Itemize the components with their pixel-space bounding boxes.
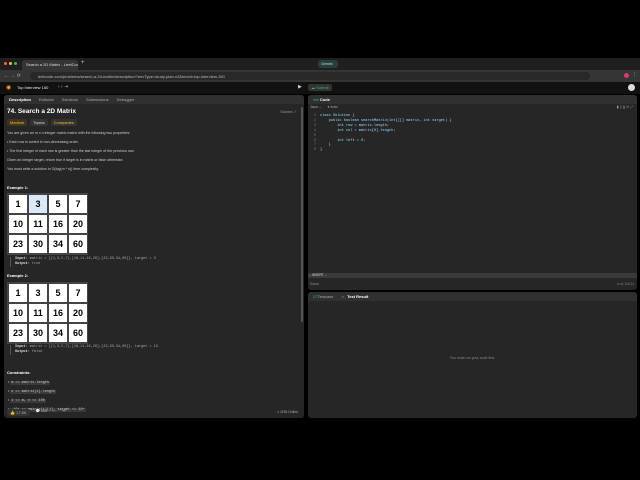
constraint-item: • 1 <= m, n <= 100 bbox=[8, 398, 46, 403]
tab-solutions[interactable]: Solutions bbox=[61, 97, 77, 102]
matrix-cell: 20 bbox=[68, 214, 88, 234]
code-lines[interactable]: class Solution { public boolean searchMa… bbox=[320, 114, 452, 153]
run-code-message: You must run your code first. bbox=[449, 356, 496, 360]
online-count: ● 1196 Online bbox=[276, 410, 298, 414]
line-number: 8 bbox=[313, 148, 316, 153]
browser-menu-icon[interactable]: ⋮ bbox=[632, 72, 637, 78]
tab-submissions[interactable]: Submissions bbox=[86, 97, 109, 102]
auto-mode-toggle[interactable]: ▾ Auto bbox=[328, 105, 338, 109]
cursor-position: Ln 6, Col 21 bbox=[616, 282, 634, 286]
study-plan-link[interactable]: Top Interview 150 bbox=[17, 85, 48, 90]
maximize-icon[interactable] bbox=[14, 62, 17, 65]
nav-arrows-icon[interactable]: ← → ⟳ bbox=[4, 73, 21, 79]
matrix-cell: 30 bbox=[28, 323, 48, 343]
example-1-label: Example 1: bbox=[7, 185, 29, 190]
tab-debugger[interactable]: Debugger bbox=[117, 97, 135, 102]
matrix-cell: 23 bbox=[8, 234, 28, 254]
matrix-cell: 11 bbox=[28, 303, 48, 323]
saved-status: Saved bbox=[310, 282, 320, 286]
matrix-cell: 11 bbox=[28, 214, 48, 234]
matrix-cell: 3 bbox=[28, 194, 48, 214]
matrix-cell: 10 bbox=[8, 214, 28, 234]
code-tab[interactable]: </> Code bbox=[313, 97, 330, 102]
description-panel: Description Editorial Solutions Submissi… bbox=[4, 95, 304, 418]
matrix-cell: 60 bbox=[68, 234, 88, 254]
description-tabs: Description Editorial Solutions Submissi… bbox=[4, 95, 304, 104]
code-editor[interactable]: 12345678 class Solution { public boolean… bbox=[308, 114, 452, 153]
matrix-cell: 7 bbox=[68, 283, 88, 303]
comments-button[interactable]: 💬 368 bbox=[36, 409, 47, 416]
problem-intro: You are given an m x n integer matrix ma… bbox=[7, 131, 131, 135]
matrix-cell: 5 bbox=[48, 283, 68, 303]
matrix-cell: 5 bbox=[48, 194, 68, 214]
matrix-cell: 30 bbox=[28, 234, 48, 254]
new-tab-icon[interactable]: + bbox=[81, 60, 85, 66]
matrix-cell: 1 bbox=[8, 283, 28, 303]
close-icon[interactable] bbox=[4, 62, 7, 65]
constraint-item: • m == matrix.length bbox=[8, 380, 51, 385]
footer-bar: 👍 17.8K 💬 368 ☆ ⇱ bbox=[7, 409, 65, 416]
problem-title: 74. Search a 2D Matrix bbox=[7, 108, 77, 115]
constraints-label: Constraints: bbox=[7, 370, 31, 375]
matrix-cell: 10 bbox=[8, 303, 28, 323]
window-controls bbox=[4, 62, 17, 65]
submit-button[interactable]: ☁ Submit bbox=[308, 84, 332, 91]
favorite-icon[interactable]: ☆ bbox=[53, 409, 56, 416]
browser-tab[interactable]: Search a 2D Matrix - LeetCode bbox=[22, 60, 78, 70]
code-line: } bbox=[320, 148, 323, 153]
matrix-cell: 23 bbox=[8, 323, 28, 343]
vim-mode-bar: -- INSERT -- bbox=[308, 273, 637, 278]
gemini-button[interactable]: Gemini bbox=[318, 60, 338, 68]
like-button[interactable]: 👍 17.8K bbox=[7, 409, 30, 416]
property-item: • Each row is sorted in non-decreasing o… bbox=[7, 140, 79, 144]
tab-editorial[interactable]: Editorial bbox=[39, 97, 53, 102]
matrix-cell: 16 bbox=[48, 303, 68, 323]
matrix-cell: 1 bbox=[8, 194, 28, 214]
matrix-cell: 16 bbox=[48, 214, 68, 234]
tab-testcase[interactable]: ☑ Testcase bbox=[313, 294, 333, 299]
matrix-cell: 3 bbox=[28, 283, 48, 303]
language-select[interactable]: Java ⌄ bbox=[310, 105, 322, 109]
tab-description[interactable]: Description bbox=[9, 97, 31, 102]
matrix-cell: 34 bbox=[48, 323, 68, 343]
code-panel: </> Code Java ⌄ ▾ Auto ▮ ▯ {} ↺ ⤢ 123456… bbox=[308, 95, 637, 290]
user-avatar[interactable] bbox=[628, 84, 635, 91]
companies-badge[interactable]: Companies bbox=[50, 119, 77, 126]
example-2-label: Example 2: bbox=[7, 273, 29, 278]
problem-complexity: You must write a solution in O(log(m * n… bbox=[7, 167, 99, 171]
matrix-cell: 60 bbox=[68, 323, 88, 343]
matrix-cell: 7 bbox=[68, 194, 88, 214]
difficulty-badge[interactable]: Medium bbox=[7, 119, 28, 126]
matrix-cell: 20 bbox=[68, 303, 88, 323]
url-input[interactable]: leetcode.com/problems/search-a-2d-matrix… bbox=[30, 72, 590, 80]
constraint-item: • n == matrix[i].length bbox=[8, 389, 57, 394]
scrollbar[interactable] bbox=[301, 107, 303, 322]
editor-toolbar-icons[interactable]: ▮ ▯ {} ↺ ⤢ bbox=[617, 105, 633, 109]
topics-badge[interactable]: Topics bbox=[30, 119, 48, 126]
example-2-io: Input: matrix = [[1,3,5,7],[10,11,16,20]… bbox=[10, 345, 158, 355]
profile-avatar[interactable] bbox=[624, 73, 629, 78]
problem-nav-arrows-icon[interactable]: ‹ › ⇥ bbox=[58, 84, 68, 90]
matrix-cell: 34 bbox=[48, 234, 68, 254]
tab-test-result[interactable]: >_ Test Result bbox=[341, 294, 368, 299]
property-item: • The first integer of each row is great… bbox=[7, 149, 135, 153]
example-2-matrix: 1 3 5 7 10 11 16 20 23 30 34 60 bbox=[7, 282, 88, 344]
test-result-panel: ☑ Testcase >_ Test Result You must run y… bbox=[308, 292, 637, 418]
example-1-matrix: 1 3 5 7 10 11 16 20 23 30 34 60 bbox=[7, 193, 88, 255]
problem-task: Given an integer target, return true if … bbox=[7, 158, 124, 162]
solved-status: Solved ✓ bbox=[280, 109, 297, 114]
line-numbers: 12345678 bbox=[308, 114, 316, 153]
leetcode-logo-icon[interactable]: ◉ bbox=[6, 84, 11, 91]
run-icon[interactable]: ▶ bbox=[298, 84, 302, 90]
share-icon[interactable]: ⇱ bbox=[62, 409, 65, 416]
example-1-io: Input: matrix = [[1,3,5,7],[10,11,16,20]… bbox=[10, 257, 156, 267]
minimize-icon[interactable] bbox=[9, 62, 12, 65]
